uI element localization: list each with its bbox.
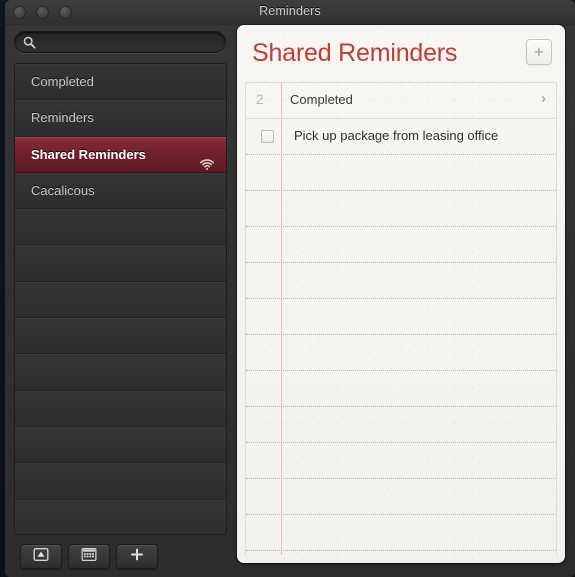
search-input[interactable]	[41, 32, 223, 54]
search-icon	[23, 36, 36, 49]
empty-reminder-row[interactable]	[246, 263, 556, 299]
bottom-toolbar	[14, 544, 227, 570]
sidebar-item-completed[interactable]: Completed	[15, 64, 226, 101]
reminder-checkbox[interactable]	[261, 130, 274, 143]
reminders-detail-panel: Shared Reminders + 2 Completed › Pick up…	[237, 25, 565, 563]
show-panel-button[interactable]	[20, 544, 62, 569]
calendar-button[interactable]	[68, 544, 110, 569]
chevron-right-icon[interactable]: ›	[541, 90, 546, 107]
window-title: Reminders	[259, 4, 321, 18]
empty-reminder-row[interactable]	[246, 227, 556, 263]
sidebar-empty-row[interactable]	[15, 209, 226, 246]
empty-reminder-row[interactable]	[246, 191, 556, 227]
empty-reminder-row[interactable]	[246, 407, 556, 443]
empty-reminder-row[interactable]	[246, 371, 556, 407]
sidebar-empty-row[interactable]	[15, 390, 226, 427]
reminder-text: Pick up package from leasing office	[294, 128, 499, 143]
detail-header: Shared Reminders +	[237, 25, 565, 82]
completed-label: Completed	[290, 92, 353, 107]
sidebar-empty-row[interactable]	[15, 463, 226, 500]
reminders-list[interactable]: 2 Completed › Pick up package from leasi…	[245, 82, 557, 555]
sidebar-item-label: Cacalicous	[31, 182, 95, 198]
window-titlebar[interactable]: Reminders	[5, 0, 575, 26]
plus-icon	[130, 547, 144, 566]
sidebar-item-label: Shared Reminders	[31, 146, 146, 162]
add-list-button[interactable]	[116, 544, 158, 569]
sidebar-empty-row[interactable]	[15, 426, 226, 464]
shared-broadcast-icon	[199, 148, 215, 170]
reminders-window: Reminders Completed Reminders Shared Rem…	[5, 0, 575, 577]
sidebar-empty-row[interactable]	[15, 245, 226, 282]
sidebar-empty-row[interactable]	[15, 499, 226, 534]
plus-icon: +	[534, 42, 544, 62]
sidebar-item-cacalicous[interactable]: Cacalicous	[15, 172, 226, 210]
empty-reminder-row[interactable]	[246, 299, 556, 335]
sidebar-empty-row[interactable]	[15, 318, 226, 355]
sidebar-item-shared-reminders[interactable]: Shared Reminders	[15, 136, 226, 173]
page-title: Shared Reminders	[252, 39, 458, 67]
sidebar-item-label: Completed	[31, 74, 94, 89]
completed-section-row[interactable]: 2 Completed ›	[246, 83, 556, 119]
panel-icon	[33, 547, 49, 566]
empty-reminder-row[interactable]	[246, 443, 556, 479]
sidebar-item-reminders[interactable]: Reminders	[15, 100, 226, 137]
empty-reminder-row[interactable]	[246, 479, 556, 515]
empty-reminder-row[interactable]	[246, 155, 556, 191]
lists-sidebar[interactable]: Completed Reminders Shared Reminders Cac…	[14, 63, 227, 535]
reminder-row[interactable]: Pick up package from leasing office	[246, 119, 556, 155]
empty-reminder-row[interactable]	[246, 515, 556, 551]
calendar-icon	[81, 547, 97, 566]
sidebar-item-label: Reminders	[31, 110, 94, 126]
completed-count: 2	[256, 92, 264, 107]
add-reminder-button[interactable]: +	[526, 39, 552, 65]
sidebar-empty-row[interactable]	[15, 281, 226, 319]
search-field[interactable]	[14, 31, 226, 54]
sidebar-empty-row[interactable]	[15, 354, 226, 391]
empty-reminder-row[interactable]	[246, 335, 556, 371]
